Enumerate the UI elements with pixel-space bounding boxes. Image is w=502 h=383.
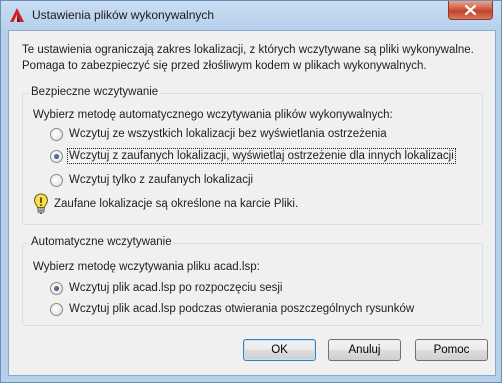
- cancel-button[interactable]: Anuluj: [328, 339, 401, 361]
- radio-button-selected[interactable]: [50, 281, 63, 295]
- close-button[interactable]: [448, 1, 493, 20]
- radio-load-trusted-with-warning[interactable]: Wczytuj z zaufanych lokalizacji, wyświet…: [50, 148, 456, 164]
- radio-load-trusted-only[interactable]: Wczytuj tylko z zaufanych lokalizacji: [50, 172, 253, 188]
- group-title-automatic-loading: Automatyczne wczytywanie: [29, 236, 174, 248]
- dialog-content: Te ustawienia ograniczają zakres lokaliz…: [8, 30, 496, 376]
- close-icon: [465, 5, 476, 15]
- lightbulb-icon: [33, 193, 49, 214]
- radio-label[interactable]: Wczytuj tylko z zaufanych lokalizacji: [69, 174, 253, 186]
- radio-button[interactable]: [50, 302, 63, 316]
- radio-button-selected[interactable]: [50, 149, 63, 163]
- radio-load-all-locations[interactable]: Wczytuj ze wszystkich lokalizacji bez wy…: [50, 126, 387, 142]
- help-button[interactable]: Pomoc: [415, 339, 488, 361]
- radio-load-acad-lsp-session[interactable]: Wczytuj plik acad.lsp po rozpoczęciu ses…: [50, 280, 282, 296]
- radio-button[interactable]: [50, 173, 63, 187]
- note-text: Zaufane lokalizacje są określone na karc…: [54, 198, 299, 210]
- group-description: Wybierz metodę automatycznego wczytywani…: [33, 109, 393, 121]
- radio-button[interactable]: [50, 127, 63, 141]
- radio-label[interactable]: Wczytuj ze wszystkich lokalizacji bez wy…: [69, 128, 387, 140]
- group-title-secure-loading: Bezpieczne wczytywanie: [29, 86, 161, 98]
- intro-text: Te ustawienia ograniczają zakres lokaliz…: [22, 44, 474, 72]
- radio-load-acad-lsp-each-drawing[interactable]: Wczytuj plik acad.lsp podczas otwierania…: [50, 301, 414, 317]
- trusted-locations-note: Zaufane lokalizacje są określone na karc…: [33, 193, 298, 215]
- radio-label[interactable]: Wczytuj plik acad.lsp podczas otwierania…: [69, 303, 414, 315]
- secure-loading-group: Bezpieczne wczytywanie Wybierz metodę au…: [22, 86, 483, 225]
- autocad-logo-icon: [10, 8, 24, 22]
- radio-label[interactable]: Wczytuj plik acad.lsp po rozpoczęciu ses…: [69, 282, 282, 294]
- group-description: Wybierz metodę wczytywania pliku acad.ls…: [33, 261, 260, 273]
- title-bar[interactable]: Ustawienia plików wykonywalnych: [1, 1, 501, 29]
- dialog-window: Ustawienia plików wykonywalnych Te ustaw…: [0, 0, 502, 383]
- window-title: Ustawienia plików wykonywalnych: [32, 8, 215, 22]
- automatic-loading-group: Automatyczne wczytywanie Wybierz metodę …: [22, 236, 483, 326]
- radio-label[interactable]: Wczytuj z zaufanych lokalizacji, wyświet…: [67, 148, 456, 164]
- ok-button[interactable]: OK: [243, 339, 316, 361]
